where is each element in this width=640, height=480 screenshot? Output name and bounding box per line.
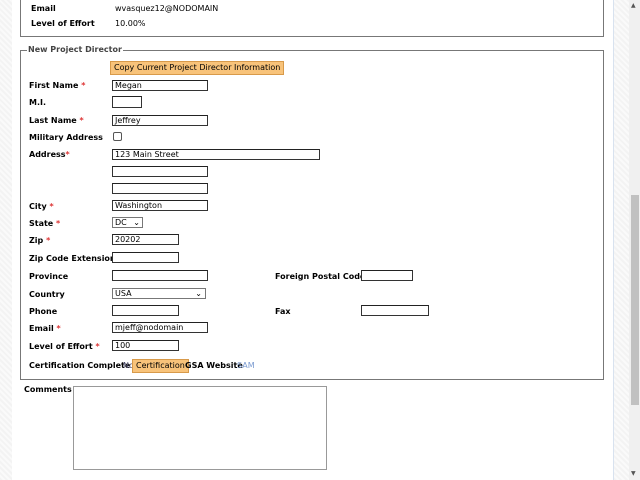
current-email-label: Email — [31, 4, 56, 13]
scroll-up-icon[interactable]: ▲ — [631, 2, 636, 9]
address-line3-input[interactable] — [112, 183, 208, 194]
gsa-website-label: GSA Website — [185, 361, 243, 370]
right-margin — [613, 0, 629, 480]
state-label: State * — [29, 219, 61, 228]
sam-link[interactable]: SAM — [237, 361, 255, 370]
chevron-down-icon: ⌄ — [195, 289, 202, 298]
military-address-label: Military Address — [29, 133, 103, 142]
comments-textarea[interactable] — [73, 386, 327, 470]
email-label: Email * — [29, 324, 61, 333]
new-director-fieldset — [20, 50, 604, 380]
scroll-down-icon[interactable]: ▼ — [631, 470, 636, 477]
state-select[interactable]: DC ⌄ — [112, 217, 143, 228]
phone-input[interactable] — [112, 305, 179, 316]
fieldset-legend: New Project Director — [27, 45, 123, 54]
zip-input[interactable]: 20202 — [112, 234, 179, 245]
zip-ext-label: Zip Code Extension — [29, 254, 116, 263]
cert-complete-label: Certification Complete — [29, 361, 131, 370]
loe-label: Level of Effort * — [29, 342, 100, 351]
scrollbar-thumb[interactable] — [631, 195, 639, 405]
copy-director-button[interactable]: Copy Current Project Director Informatio… — [110, 61, 285, 75]
current-loe-label: Level of Effort — [31, 19, 95, 28]
comments-label: Comments — [24, 385, 72, 394]
chevron-down-icon: ⌄ — [133, 218, 140, 227]
address-label: Address* — [29, 150, 70, 159]
city-input[interactable]: Washington — [112, 200, 208, 211]
last-name-label: Last Name * — [29, 116, 84, 125]
current-director-box — [20, 0, 604, 37]
foreign-postal-label: Foreign Postal Code — [275, 272, 366, 281]
certification-button[interactable]: Certification — [132, 359, 189, 373]
foreign-postal-input[interactable] — [361, 270, 413, 281]
mi-label: M.I. — [29, 98, 47, 107]
zip-ext-input[interactable] — [112, 252, 179, 263]
fax-label: Fax — [275, 307, 291, 316]
email-input[interactable]: mjeff@nodomain — [112, 322, 208, 333]
country-label: Country — [29, 290, 65, 299]
address-line2-input[interactable] — [112, 166, 208, 177]
phone-label: Phone — [29, 307, 58, 316]
country-select[interactable]: USA ⌄ — [112, 288, 206, 299]
military-address-checkbox[interactable] — [113, 132, 122, 141]
fax-input[interactable] — [361, 305, 429, 316]
scrollbar[interactable]: ▲ ▼ — [629, 0, 640, 480]
province-input[interactable] — [112, 270, 208, 281]
address-line1-input[interactable]: 123 Main Street — [112, 149, 320, 160]
left-margin — [0, 0, 12, 480]
first-name-input[interactable]: Megan — [112, 80, 208, 91]
zip-label: Zip * — [29, 236, 51, 245]
mi-input[interactable] — [112, 96, 142, 108]
city-label: City * — [29, 202, 54, 211]
current-email: wvasquez12@NODOMAIN — [115, 4, 219, 13]
province-label: Province — [29, 272, 69, 281]
current-loe: 10.00% — [115, 19, 146, 28]
loe-input[interactable]: 100 — [112, 340, 179, 351]
last-name-input[interactable]: Jeffrey — [112, 115, 208, 126]
first-name-label: First Name * — [29, 81, 86, 90]
